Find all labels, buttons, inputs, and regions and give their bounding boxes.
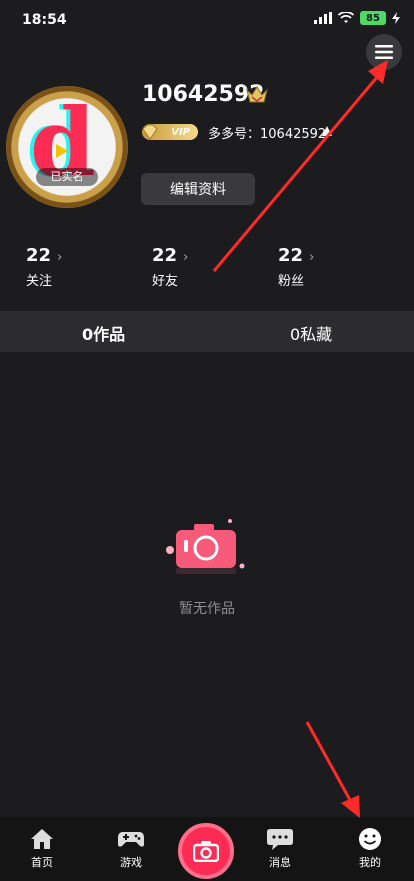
stat-followers[interactable]: 22 › 粉丝 xyxy=(278,245,358,291)
empty-state-text: 暂无作品 xyxy=(179,601,235,617)
tab-works[interactable]: 0作品 xyxy=(82,321,125,345)
content-tabs: 0作品 0私藏 xyxy=(0,311,414,352)
arrow-to-me-tab-icon xyxy=(305,721,360,818)
avatar[interactable]: d 已实名 xyxy=(6,86,128,208)
wifi-icon xyxy=(338,12,354,23)
nav-label: 消息 xyxy=(269,856,291,869)
stat-following[interactable]: 22 › 关注 xyxy=(26,245,106,291)
status-bar: 18:54 85 xyxy=(0,0,414,40)
stat-label: 好友 xyxy=(152,274,179,289)
bottom-nav: 首页 游戏 消息 我的 xyxy=(0,817,414,881)
gamepad-icon xyxy=(118,832,144,847)
menu-button[interactable] xyxy=(366,34,402,70)
message-icon xyxy=(267,829,293,850)
stat-count: 22 xyxy=(26,245,52,266)
vip-badge: VIP xyxy=(142,124,198,140)
status-time: 18:54 xyxy=(22,12,67,28)
nav-me[interactable]: 我的 xyxy=(340,827,400,870)
vip-label: VIP xyxy=(171,126,190,138)
camera-empty-icon xyxy=(166,519,245,574)
tab-private[interactable]: 0私藏 xyxy=(290,321,332,345)
status-icons: 85 xyxy=(314,11,400,25)
charging-icon xyxy=(392,12,400,24)
stat-label: 关注 xyxy=(26,274,53,289)
nav-label: 游戏 xyxy=(120,856,142,869)
smiley-icon xyxy=(359,828,381,850)
verified-label: 已实名 xyxy=(36,168,98,186)
camera-icon xyxy=(193,841,219,862)
stat-label: 粉丝 xyxy=(278,274,305,289)
chevron-right-icon: › xyxy=(183,250,189,265)
stat-friends[interactable]: 22 › 好友 xyxy=(152,245,232,291)
camera-button[interactable] xyxy=(178,823,234,879)
nav-label: 首页 xyxy=(31,856,53,869)
crown-icon xyxy=(246,86,268,103)
stat-count: 22 xyxy=(152,245,178,266)
diamond-icon xyxy=(142,124,158,140)
signal-icon xyxy=(314,12,332,24)
hamburger-menu-icon xyxy=(375,45,393,59)
nav-messages[interactable]: 消息 xyxy=(250,827,310,870)
edit-profile-button[interactable]: 编辑资料 xyxy=(141,173,255,205)
chevron-right-icon: › xyxy=(57,250,63,265)
nav-games[interactable]: 游戏 xyxy=(101,827,161,870)
home-icon xyxy=(31,829,53,849)
play-icon xyxy=(56,144,68,158)
chevron-right-icon: › xyxy=(309,250,315,265)
account-id: 多多号：10642592 xyxy=(208,127,327,142)
nav-home[interactable]: 首页 xyxy=(12,827,72,870)
stat-count: 22 xyxy=(278,245,304,266)
copy-icon[interactable] xyxy=(322,126,332,136)
nav-label: 我的 xyxy=(359,856,381,869)
battery-indicator: 85 xyxy=(360,11,386,25)
